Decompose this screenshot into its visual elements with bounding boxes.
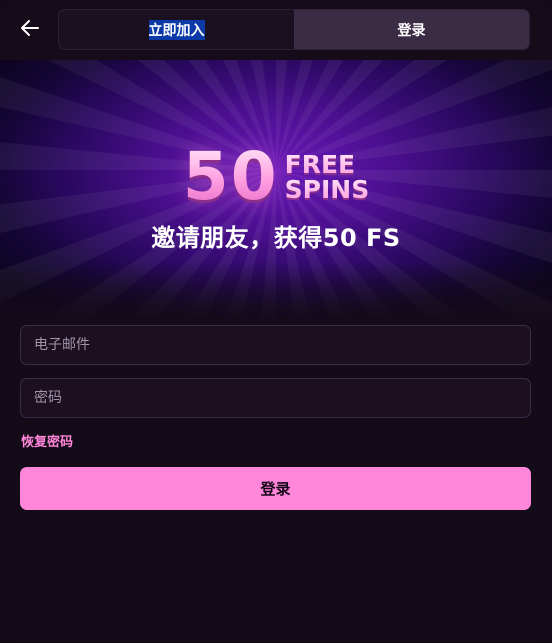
auth-tabs: 立即加入 登录 xyxy=(58,9,530,50)
promo-number: 50 xyxy=(182,138,279,215)
dialog-header: 立即加入 登录 xyxy=(0,0,552,60)
tab-join-label: 立即加入 xyxy=(148,19,205,40)
login-submit-button[interactable]: 登录 xyxy=(20,467,531,510)
password-field[interactable] xyxy=(20,378,531,418)
promo-headline: 50 FREE SPINS xyxy=(0,144,552,210)
promo-word-spins: SPINS xyxy=(284,175,370,204)
back-button[interactable] xyxy=(14,14,46,46)
signup-dialog: 立即加入 登录 50 FREE SPINS 邀请朋友，获得50 FS 恢复密码 … xyxy=(0,0,552,643)
email-field[interactable] xyxy=(20,325,531,365)
recover-password-link[interactable]: 恢复密码 xyxy=(21,431,73,450)
promo-banner: 50 FREE SPINS 邀请朋友，获得50 FS xyxy=(0,60,552,322)
tab-join[interactable]: 立即加入 xyxy=(59,10,294,49)
promo-subtitle: 邀请朋友，获得50 FS xyxy=(151,224,401,252)
tab-login-label: 登录 xyxy=(397,22,426,39)
password-input[interactable] xyxy=(21,379,530,417)
promo-words: FREE SPINS xyxy=(285,152,370,202)
email-input[interactable] xyxy=(21,326,530,364)
tab-login[interactable]: 登录 xyxy=(294,10,529,49)
banner-fade xyxy=(0,262,552,322)
arrow-left-icon xyxy=(20,19,40,41)
promo-word-free: FREE xyxy=(285,152,370,177)
